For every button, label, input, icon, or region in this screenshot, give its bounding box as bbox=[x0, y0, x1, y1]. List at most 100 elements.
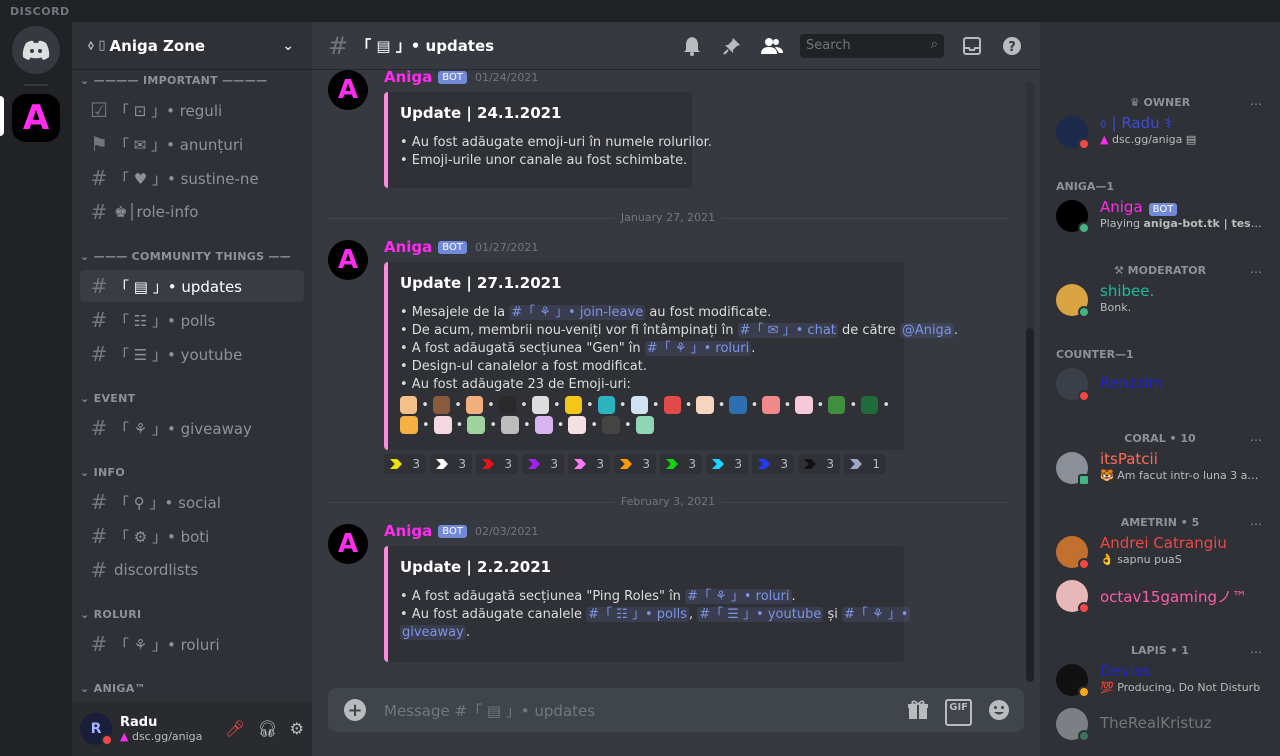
category-important[interactable]: ⌄ ———— IMPORTANT ———— bbox=[80, 74, 267, 87]
message-composer[interactable]: + Message #「 ▤ 」• updates GIF bbox=[328, 688, 1024, 732]
member-shibee[interactable]: shibee. Bonk. bbox=[1056, 282, 1266, 322]
channel-name: 「 ⚘ 」• giveaway bbox=[114, 419, 252, 438]
member-therealkristuz[interactable]: TheRealKristuz bbox=[1056, 706, 1266, 746]
emoji-icon bbox=[433, 416, 452, 434]
channel-name: 「 ☷ 」• polls bbox=[114, 311, 216, 330]
emoji-icon bbox=[432, 396, 451, 414]
members-icon[interactable] bbox=[760, 34, 784, 58]
reaction-button[interactable]: 3 bbox=[706, 454, 748, 474]
reaction-count: 3 bbox=[458, 457, 466, 471]
message-author[interactable]: Aniga bbox=[384, 238, 432, 256]
ok-hand-icon: 👌 bbox=[1100, 553, 1118, 566]
user-mention[interactable]: @Aniga bbox=[899, 323, 954, 338]
avatar[interactable]: A bbox=[328, 70, 368, 110]
bell-icon[interactable] bbox=[680, 34, 704, 58]
reaction-button[interactable]: 3 bbox=[384, 454, 426, 474]
more-icon[interactable]: … bbox=[1250, 642, 1262, 656]
emoji-icon bbox=[602, 416, 621, 434]
member-aniga[interactable]: Aniga BOT Playing aniga-bot.tk | testing. bbox=[1056, 198, 1266, 238]
text: , bbox=[688, 607, 698, 622]
channel-name: 「 ⊡ 」• reguli bbox=[114, 101, 223, 120]
reaction-button[interactable]: 3 bbox=[430, 454, 472, 474]
embed-line: giveaway. bbox=[400, 624, 890, 642]
headphones-icon[interactable]: 🎧︎ bbox=[257, 719, 277, 738]
reaction-emoji-icon bbox=[666, 459, 678, 469]
home-button[interactable] bbox=[12, 26, 60, 74]
member-itspatcii[interactable]: itsPatcii 🐯 Am facut intr-o luna 3 ani d… bbox=[1056, 450, 1266, 490]
channel-mention[interactable]: #「 ⚘ 」• join-leave bbox=[509, 305, 646, 320]
avatar[interactable]: R bbox=[80, 713, 113, 746]
user-info[interactable]: Radu ▲ dsc.gg/aniga bbox=[120, 715, 202, 743]
channel-polls[interactable]: # 「 ☷ 」• polls bbox=[80, 304, 304, 336]
emoji-icon bbox=[467, 416, 486, 434]
reaction-button[interactable]: 3 bbox=[614, 454, 656, 474]
member-devias[interactable]: Devias 💯 Producing, Do Not Disturb bbox=[1056, 662, 1266, 702]
inbox-icon[interactable] bbox=[960, 34, 984, 58]
channel-giveaway[interactable]: # 「 ⚘ 」• giveaway bbox=[80, 412, 304, 444]
member-owner[interactable]: ⬨ | Radu ⚕ ▲ dsc.gg/aniga ▤ bbox=[1056, 114, 1266, 154]
reaction-button[interactable]: 3 bbox=[798, 454, 840, 474]
scrollbar[interactable] bbox=[1026, 82, 1034, 682]
server-icon-aniga[interactable]: A bbox=[12, 94, 60, 142]
channel-updates[interactable]: # 「 ▤ 」• updates bbox=[80, 270, 304, 302]
mute-mic-icon[interactable]: 🎤︎ bbox=[225, 719, 245, 738]
channel-role-info[interactable]: # ♚│role-info bbox=[80, 196, 304, 228]
pin-icon[interactable] bbox=[720, 34, 744, 58]
member-renzzim[interactable]: Renzzim bbox=[1056, 366, 1266, 406]
add-attachment-icon[interactable]: + bbox=[344, 699, 366, 721]
category-info[interactable]: ⌄ INFO bbox=[80, 466, 125, 479]
channel-mention[interactable]: #「 ⚘ 」• roluri bbox=[685, 589, 792, 604]
avatar[interactable]: A bbox=[328, 240, 368, 280]
help-icon[interactable]: ? bbox=[1000, 34, 1024, 58]
channel-mention[interactable]: #「 ☷ 」• polls bbox=[586, 607, 689, 622]
channel-discordlists[interactable]: # discordlists bbox=[80, 554, 304, 586]
category-community[interactable]: ⌄ ——— COMMUNITY THINGS —— bbox=[80, 250, 291, 263]
gift-icon[interactable] bbox=[907, 699, 929, 726]
reaction-emoji-icon bbox=[482, 459, 494, 469]
message-author[interactable]: Aniga bbox=[384, 70, 432, 86]
channel-mention[interactable]: giveaway bbox=[400, 625, 466, 640]
channel-reguli[interactable]: ☑ 「 ⊡ 」• reguli bbox=[80, 94, 304, 126]
status-online-icon bbox=[1078, 730, 1090, 742]
message-input-placeholder[interactable]: Message #「 ▤ 」• updates bbox=[384, 700, 595, 721]
search-input[interactable]: Search ⌕ bbox=[800, 34, 944, 58]
reaction-button[interactable]: 3 bbox=[752, 454, 794, 474]
emoji-picker-icon[interactable] bbox=[988, 699, 1010, 726]
member-andrei[interactable]: Andrei Catrangiu 👌 sapnu puaS bbox=[1056, 534, 1266, 574]
channel-boti[interactable]: # 「 ⚙ 」• boti bbox=[80, 520, 304, 552]
channel-mention[interactable]: #「 ☰ 」• youtube bbox=[697, 607, 824, 622]
category-aniga[interactable]: ⌄ ANIGA™ bbox=[80, 682, 146, 695]
member-octav[interactable]: octav15gamingノ™ bbox=[1056, 578, 1266, 618]
reaction-button[interactable]: 3 bbox=[476, 454, 518, 474]
reaction-button[interactable]: 3 bbox=[660, 454, 702, 474]
channel-sustine[interactable]: # 「 ♥ 」• sustine-ne bbox=[80, 162, 304, 194]
channel-social[interactable]: # 「 ⚲ 」• social bbox=[80, 486, 304, 518]
avatar[interactable]: A bbox=[328, 524, 368, 564]
scrollbar-thumb[interactable] bbox=[1026, 328, 1034, 682]
embed-line: • A fost adăugată secțiunea "Gen" în #「 … bbox=[400, 340, 890, 358]
message-embed: Update | 27.1.2021 • Mesajele de la #「 ⚘… bbox=[384, 262, 958, 450]
more-icon[interactable]: … bbox=[1250, 514, 1262, 528]
gear-icon[interactable]: ⚙ bbox=[290, 719, 304, 738]
reaction-button[interactable]: 3 bbox=[568, 454, 610, 474]
server-header[interactable]: ⬨ ▯ Aniga Zone ⌄ bbox=[72, 22, 312, 70]
chevron-down-icon[interactable]: ⌄ bbox=[282, 38, 294, 54]
username: Radu bbox=[120, 715, 158, 730]
gif-icon[interactable]: GIF bbox=[945, 699, 972, 726]
more-icon[interactable]: … bbox=[1250, 262, 1262, 276]
channel-anunturi[interactable]: ⚑ 「 ✉ 」• anunțuri bbox=[80, 128, 304, 160]
channel-roluri[interactable]: # 「 ⚘ 」• roluri bbox=[80, 628, 304, 660]
channel-mention[interactable]: #「 ✉ 」• chat bbox=[737, 323, 838, 338]
embed-line: • De acum, membrii nou-veniți vor fi înt… bbox=[400, 322, 958, 340]
message-author[interactable]: Aniga bbox=[384, 522, 432, 540]
channel-mention[interactable]: #「 ⚘ 」• roluri bbox=[644, 341, 752, 356]
more-icon[interactable]: … bbox=[1250, 94, 1262, 108]
reaction-button[interactable]: 3 bbox=[522, 454, 564, 474]
category-roluri[interactable]: ⌄ ROLURI bbox=[80, 608, 141, 621]
user-panel: R Radu ▲ dsc.gg/aniga 🎤︎ 🎧︎ ⚙ bbox=[72, 702, 312, 756]
channel-mention[interactable]: #「 ⚘ 」• bbox=[841, 607, 911, 622]
category-event[interactable]: ⌄ EVENT bbox=[80, 392, 135, 405]
channel-youtube[interactable]: # 「 ☰ 」• youtube bbox=[80, 338, 304, 370]
more-icon[interactable]: … bbox=[1250, 430, 1262, 444]
reaction-button[interactable]: 1 bbox=[844, 454, 886, 474]
